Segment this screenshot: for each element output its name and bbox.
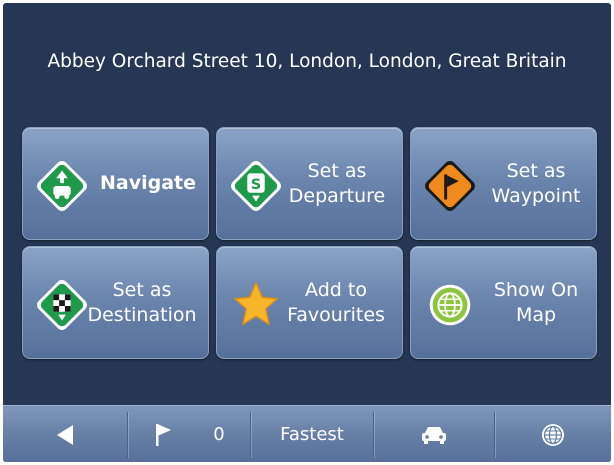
set-destination-button[interactable]: Set as Destination <box>22 246 209 359</box>
checkered-flag-sign-icon <box>37 280 87 330</box>
back-button[interactable] <box>3 406 127 462</box>
show-on-map-button[interactable]: Show On Map <box>410 246 597 359</box>
add-favourites-label: Add to Favourites <box>287 278 385 326</box>
svg-text:S: S <box>251 177 261 193</box>
route-mode-button[interactable]: Fastest <box>251 406 373 462</box>
globe-icon <box>429 284 471 326</box>
back-arrow-icon <box>57 424 73 445</box>
car-icon <box>422 426 446 444</box>
add-favourites-button[interactable]: Add to Favourites <box>216 246 403 359</box>
start-sign-icon: S <box>231 161 281 211</box>
flag-icon <box>156 423 172 446</box>
set-destination-label: Set as Destination <box>87 278 197 326</box>
navigate-label: Navigate <box>99 172 196 194</box>
show-on-map-label: Show On Map <box>493 278 579 326</box>
waypoint-count: 0 <box>213 424 225 445</box>
globe-icon <box>542 423 564 446</box>
star-icon <box>232 280 280 326</box>
address-label: Abbey Orchard Street 10, London, London,… <box>47 51 567 72</box>
set-waypoint-label: Set as Waypoint <box>491 159 581 207</box>
car-sign-icon <box>37 161 87 211</box>
route-mode-label: Fastest <box>280 424 344 445</box>
set-waypoint-button[interactable]: Set as Waypoint <box>410 127 597 240</box>
bottom-bar: 0 Fastest <box>3 405 611 462</box>
map-button[interactable] <box>495 406 611 462</box>
screen: Abbey Orchard Street 10, London, London,… <box>3 3 611 462</box>
flag-sign-icon <box>425 161 475 211</box>
navigate-button[interactable]: Navigate <box>22 127 209 240</box>
set-departure-label: Set as Departure <box>288 159 386 207</box>
vehicle-button[interactable] <box>374 406 494 462</box>
set-departure-button[interactable]: S Set as Departure <box>216 127 403 240</box>
waypoints-button[interactable]: 0 <box>128 406 250 462</box>
